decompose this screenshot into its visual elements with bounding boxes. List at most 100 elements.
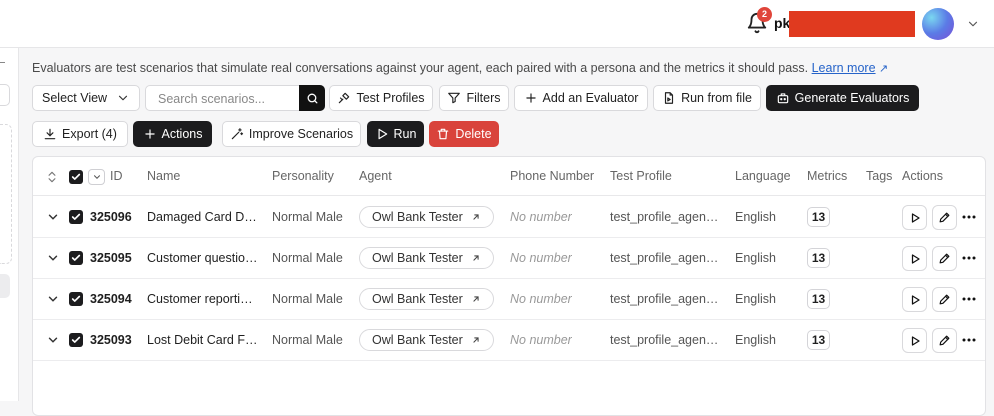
row-phone: No number bbox=[510, 333, 572, 347]
external-link-icon bbox=[471, 294, 481, 304]
left-panel-item[interactable] bbox=[0, 274, 10, 298]
row-test-profile: test_profile_agen… bbox=[610, 292, 719, 306]
column-metrics[interactable]: Metrics bbox=[807, 169, 847, 183]
run-row-button[interactable] bbox=[902, 328, 927, 353]
page-description: Evaluators are test scenarios that simul… bbox=[32, 61, 888, 75]
divider bbox=[0, 62, 5, 63]
pencil-icon bbox=[938, 211, 951, 224]
row-checkbox[interactable] bbox=[69, 333, 83, 347]
row-name[interactable]: Customer reporti… bbox=[147, 292, 262, 306]
row-personality: Normal Male bbox=[272, 251, 343, 265]
delete-button[interactable]: Delete bbox=[429, 121, 499, 147]
search-button[interactable] bbox=[299, 85, 325, 111]
run-label: Run bbox=[393, 127, 417, 141]
row-name[interactable]: Damaged Card D… bbox=[147, 210, 262, 224]
run-button[interactable]: Run bbox=[367, 121, 424, 147]
edit-row-button[interactable] bbox=[932, 205, 957, 230]
description-text: Evaluators are test scenarios that simul… bbox=[32, 61, 809, 75]
generate-icon bbox=[776, 91, 790, 105]
run-row-button[interactable] bbox=[902, 246, 927, 271]
column-id[interactable]: ID bbox=[110, 169, 123, 183]
table-row[interactable]: 325094 Customer reporti… Normal Male Owl… bbox=[33, 279, 985, 320]
generate-evaluators-label: Generate Evaluators bbox=[794, 91, 910, 105]
actions-button[interactable]: Actions bbox=[133, 121, 212, 147]
table-row[interactable]: 325096 Damaged Card D… Normal Male Owl B… bbox=[33, 197, 985, 238]
external-link-icon: ↗ bbox=[879, 63, 889, 75]
row-name[interactable]: Customer questio… bbox=[147, 251, 262, 265]
expand-chevron-icon[interactable] bbox=[46, 292, 60, 306]
table-header: ID Name Personality Agent Phone Number T… bbox=[33, 157, 985, 196]
column-language[interactable]: Language bbox=[735, 169, 791, 183]
evaluators-table: ID Name Personality Agent Phone Number T… bbox=[32, 156, 986, 416]
more-icon[interactable] bbox=[961, 289, 977, 309]
row-id: 325095 bbox=[90, 251, 132, 265]
sort-icon[interactable] bbox=[45, 170, 59, 184]
agent-link[interactable]: Owl Bank Tester bbox=[359, 247, 494, 269]
expand-chevron-icon[interactable] bbox=[46, 251, 60, 265]
export-button[interactable]: Export (4) bbox=[32, 121, 128, 147]
left-panel-dropzone[interactable] bbox=[0, 124, 12, 264]
chevron-down-icon bbox=[92, 172, 102, 182]
metrics-count[interactable]: 13 bbox=[807, 248, 830, 268]
column-name[interactable]: Name bbox=[147, 169, 180, 183]
learn-more-link[interactable]: Learn more bbox=[812, 61, 876, 75]
chevron-down-icon[interactable] bbox=[966, 17, 980, 31]
row-checkbox[interactable] bbox=[69, 292, 83, 306]
avatar[interactable] bbox=[922, 8, 954, 40]
column-agent[interactable]: Agent bbox=[359, 169, 392, 183]
agent-name: Owl Bank Tester bbox=[372, 210, 463, 224]
select-menu-chevron[interactable] bbox=[88, 169, 105, 185]
test-profiles-button[interactable]: Test Profiles bbox=[329, 85, 433, 111]
play-icon bbox=[909, 253, 921, 265]
column-tags[interactable]: Tags bbox=[866, 169, 892, 183]
row-personality: Normal Male bbox=[272, 292, 343, 306]
improve-scenarios-label: Improve Scenarios bbox=[248, 127, 354, 141]
improve-scenarios-button[interactable]: Improve Scenarios bbox=[222, 121, 361, 147]
edit-row-button[interactable] bbox=[932, 246, 957, 271]
select-all-checkbox[interactable] bbox=[69, 170, 83, 184]
agent-name: Owl Bank Tester bbox=[372, 251, 463, 265]
more-icon[interactable] bbox=[961, 330, 977, 350]
agent-link[interactable]: Owl Bank Tester bbox=[359, 288, 494, 310]
left-panel-input[interactable] bbox=[0, 84, 10, 106]
run-row-button[interactable] bbox=[902, 205, 927, 230]
delete-label: Delete bbox=[455, 127, 492, 141]
expand-chevron-icon[interactable] bbox=[46, 333, 60, 347]
column-test-profile[interactable]: Test Profile bbox=[610, 169, 672, 183]
external-link-icon bbox=[471, 253, 481, 263]
edit-row-button[interactable] bbox=[932, 328, 957, 353]
row-personality: Normal Male bbox=[272, 333, 343, 347]
expand-chevron-icon[interactable] bbox=[46, 210, 60, 224]
row-id: 325094 bbox=[90, 292, 132, 306]
row-personality: Normal Male bbox=[272, 210, 343, 224]
row-language: English bbox=[735, 251, 776, 265]
generate-evaluators-button[interactable]: Generate Evaluators bbox=[766, 85, 919, 111]
agent-link[interactable]: Owl Bank Tester bbox=[359, 206, 494, 228]
metrics-count[interactable]: 13 bbox=[807, 207, 830, 227]
metrics-count[interactable]: 13 bbox=[807, 330, 830, 350]
search-placeholder: Search scenarios... bbox=[158, 92, 265, 106]
row-checkbox[interactable] bbox=[69, 251, 83, 265]
run-from-file-button[interactable]: Run from file bbox=[653, 85, 761, 111]
more-icon[interactable] bbox=[961, 248, 977, 268]
row-name[interactable]: Lost Debit Card F… bbox=[147, 333, 262, 347]
select-view-dropdown[interactable]: Select View bbox=[32, 85, 140, 111]
table-row[interactable]: 325093 Lost Debit Card F… Normal Male Ow… bbox=[33, 320, 985, 361]
run-row-button[interactable] bbox=[902, 287, 927, 312]
edit-row-button[interactable] bbox=[932, 287, 957, 312]
table-row[interactable]: 325095 Customer questio… Normal Male Owl… bbox=[33, 238, 985, 279]
top-bar: 2 pk bbox=[0, 0, 994, 48]
file-icon bbox=[662, 91, 676, 105]
row-checkbox[interactable] bbox=[69, 210, 83, 224]
search-input[interactable]: Search scenarios... bbox=[145, 85, 325, 111]
agent-link[interactable]: Owl Bank Tester bbox=[359, 329, 494, 351]
more-icon[interactable] bbox=[961, 207, 977, 227]
column-phone[interactable]: Phone Number bbox=[510, 169, 594, 183]
add-evaluator-button[interactable]: Add an Evaluator bbox=[514, 85, 648, 111]
export-label: Export (4) bbox=[62, 127, 117, 141]
column-personality[interactable]: Personality bbox=[272, 169, 334, 183]
filters-button[interactable]: Filters bbox=[439, 85, 509, 111]
test-profiles-icon bbox=[337, 91, 351, 105]
metrics-count[interactable]: 13 bbox=[807, 289, 830, 309]
play-icon bbox=[375, 127, 389, 141]
